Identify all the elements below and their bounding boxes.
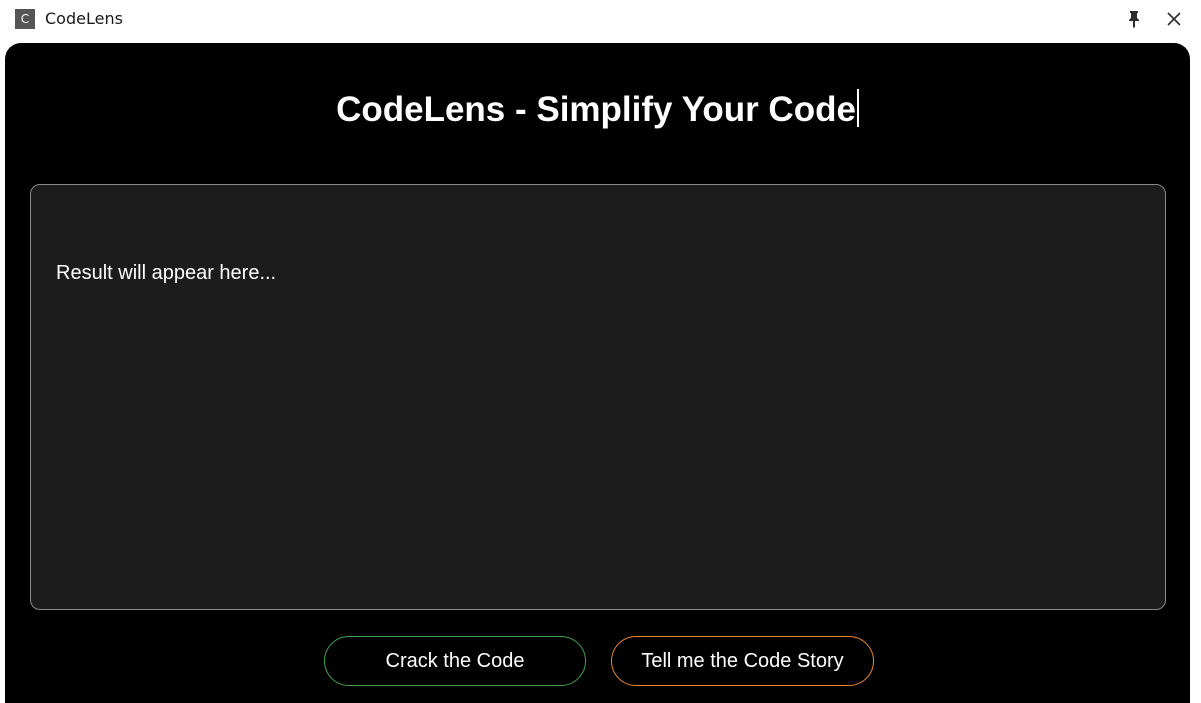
pin-icon[interactable] <box>1124 8 1144 30</box>
result-panel[interactable]: Result will appear here... <box>30 184 1166 610</box>
crack-the-code-button[interactable]: Crack the Code <box>324 636 586 686</box>
window-titlebar: C CodeLens <box>0 0 1201 40</box>
window-title: CodeLens <box>45 9 123 28</box>
page-title-text: CodeLens - Simplify Your Code <box>336 90 856 129</box>
text-cursor <box>856 89 859 127</box>
page-title: CodeLens - Simplify Your Code <box>5 88 1190 132</box>
app-window: CodeLens - Simplify Your Code Result wil… <box>5 43 1190 703</box>
result-text: Result will appear here... <box>56 262 277 284</box>
app-logo-icon: C <box>15 9 35 29</box>
close-icon[interactable] <box>1163 8 1185 30</box>
code-story-button[interactable]: Tell me the Code Story <box>611 636 874 686</box>
